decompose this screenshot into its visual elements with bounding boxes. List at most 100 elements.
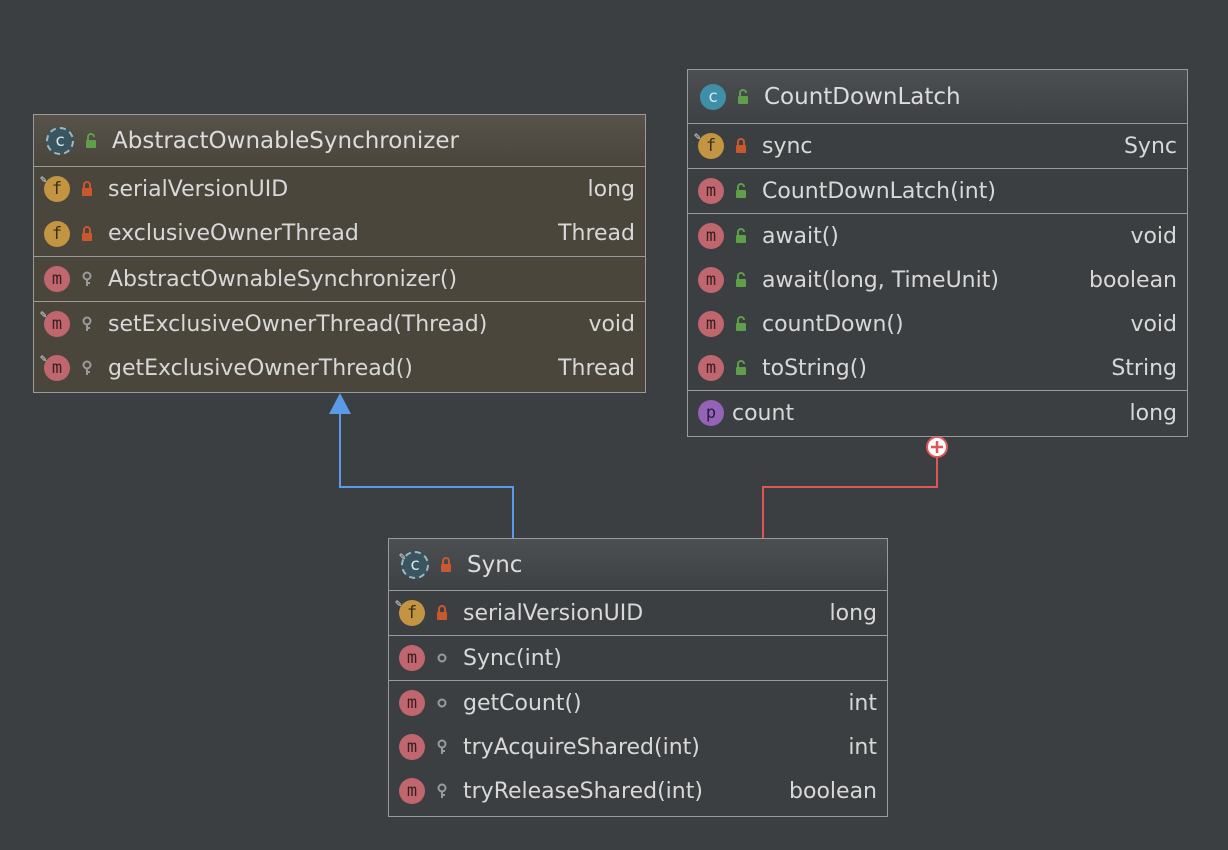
inner-class-plus-icon: [926, 436, 948, 458]
method-icon: m: [399, 690, 425, 716]
method-row[interactable]: m tryReleaseShared(int) boolean: [389, 769, 887, 813]
member-type: boolean: [789, 778, 877, 804]
member-name: sync: [762, 133, 813, 159]
private-visibility-icon: [435, 605, 449, 621]
public-visibility-icon: [734, 316, 748, 332]
constructors-section: m AbstractOwnableSynchronizer(): [34, 257, 645, 302]
static-final-field-icon: ✎ f: [40, 173, 70, 202]
public-visibility-icon: [736, 88, 750, 105]
method-icon: m: [698, 223, 724, 249]
method-row[interactable]: m await() void: [688, 214, 1187, 258]
method-row[interactable]: m toString() String: [688, 346, 1187, 390]
member-name: serialVersionUID: [108, 176, 289, 202]
protected-visibility-icon: [435, 739, 449, 755]
method-row[interactable]: m await(long, TimeUnit) boolean: [688, 258, 1187, 302]
property-row[interactable]: p count long: [688, 391, 1187, 435]
method-row[interactable]: ✎ m getExclusiveOwnerThread() Thread: [34, 346, 645, 390]
member-name: await(): [762, 223, 839, 249]
method-row[interactable]: m countDown() void: [688, 302, 1187, 346]
member-name: CountDownLatch(int): [762, 178, 996, 204]
member-name: Sync(int): [463, 645, 562, 671]
public-visibility-icon: [734, 360, 748, 376]
constructors-section: m CountDownLatch(int): [688, 169, 1187, 214]
class-name: AbstractOwnableSynchronizer: [112, 127, 459, 154]
member-type: void: [1130, 223, 1177, 249]
final-method-icon: ✎ m: [40, 352, 70, 381]
class-abstract-ownable-synchronizer[interactable]: c AbstractOwnableSynchronizer ✎ f serialV…: [33, 114, 646, 393]
member-name: getExclusiveOwnerThread(): [108, 355, 413, 381]
static-final-field-icon: ✎ f: [395, 597, 425, 626]
fields-section: ✎ f serialVersionUID long f exclusiveOwne…: [34, 167, 645, 257]
methods-section: m getCount() int m tryAcquireShared(int)…: [389, 681, 887, 813]
fields-section: ✎ f serialVersionUID long: [389, 591, 887, 636]
member-name: getCount(): [463, 690, 582, 716]
fields-section: ✎ f sync Sync: [688, 124, 1187, 169]
final-field-icon: ✎ f: [694, 130, 724, 159]
private-visibility-icon: [80, 181, 94, 197]
member-type: long: [587, 176, 635, 202]
public-visibility-icon: [734, 228, 748, 244]
class-header[interactable]: c AbstractOwnableSynchronizer: [34, 115, 645, 167]
class-header[interactable]: ✎ c Sync: [389, 539, 887, 591]
method-icon: m: [698, 355, 724, 381]
constructors-section: m Sync(int): [389, 636, 887, 681]
class-count-down-latch[interactable]: c CountDownLatch ✎ f sync Sync m CountDow…: [687, 69, 1188, 437]
inheritance-arrowhead: [329, 393, 351, 414]
member-name: await(long, TimeUnit): [762, 267, 999, 293]
member-type: boolean: [1089, 267, 1177, 293]
method-icon: m: [44, 266, 70, 292]
method-icon: m: [698, 311, 724, 337]
package-visibility-icon: [435, 650, 449, 666]
member-type: Thread: [558, 221, 635, 246]
class-name: CountDownLatch: [764, 83, 961, 110]
method-icon: m: [399, 734, 425, 760]
class-sync[interactable]: ✎ c Sync ✎ f serialVersionUID long m Sync(…: [388, 538, 888, 817]
property-icon: p: [698, 400, 724, 426]
private-visibility-icon: [439, 556, 453, 573]
protected-visibility-icon: [80, 360, 94, 376]
protected-visibility-icon: [80, 316, 94, 332]
method-icon: m: [399, 778, 425, 804]
member-name: exclusiveOwnerThread: [108, 221, 359, 246]
member-name: setExclusiveOwnerThread(Thread): [108, 311, 488, 337]
field-row[interactable]: ✎ f serialVersionUID long: [34, 167, 645, 211]
field-icon: f: [44, 220, 70, 247]
member-name: tryAcquireShared(int): [463, 734, 700, 760]
member-name: tryReleaseShared(int): [463, 778, 703, 804]
method-icon: m: [698, 267, 724, 293]
inner-class-edge: [762, 457, 938, 538]
member-type: Sync: [1123, 133, 1177, 159]
method-icon: m: [698, 178, 724, 204]
constructor-row[interactable]: m AbstractOwnableSynchronizer(): [34, 257, 645, 301]
class-name: Sync: [467, 551, 523, 578]
abstract-class-icon: c: [46, 126, 74, 155]
member-type: void: [1130, 311, 1177, 337]
public-visibility-icon: [84, 132, 98, 149]
methods-section: m await() void m await(long, TimeUnit) b…: [688, 214, 1187, 391]
member-type: int: [848, 690, 877, 716]
inheritance-edge: [339, 414, 514, 538]
method-row[interactable]: m tryAcquireShared(int) int: [389, 725, 887, 769]
method-icon: m: [399, 645, 425, 671]
member-type: int: [848, 734, 877, 760]
constructor-row[interactable]: m CountDownLatch(int): [688, 169, 1187, 213]
class-icon: c: [700, 83, 726, 110]
field-row[interactable]: ✎ f serialVersionUID long: [389, 591, 887, 635]
package-visibility-icon: [435, 695, 449, 711]
member-type: long: [829, 600, 877, 626]
member-name: count: [732, 400, 795, 426]
member-type: void: [588, 311, 635, 337]
public-visibility-icon: [734, 183, 748, 199]
method-row[interactable]: ✎ m setExclusiveOwnerThread(Thread) void: [34, 302, 645, 346]
class-header[interactable]: c CountDownLatch: [688, 70, 1187, 124]
methods-section: ✎ m setExclusiveOwnerThread(Thread) void …: [34, 302, 645, 390]
field-row[interactable]: ✎ f sync Sync: [688, 124, 1187, 168]
field-row[interactable]: f exclusiveOwnerThread Thread: [34, 211, 645, 256]
private-visibility-icon: [80, 225, 94, 242]
private-visibility-icon: [734, 138, 748, 154]
method-row[interactable]: m getCount() int: [389, 681, 887, 725]
public-visibility-icon: [734, 272, 748, 288]
constructor-row[interactable]: m Sync(int): [389, 636, 887, 680]
member-name: toString(): [762, 355, 867, 381]
member-name: AbstractOwnableSynchronizer(): [108, 266, 458, 292]
